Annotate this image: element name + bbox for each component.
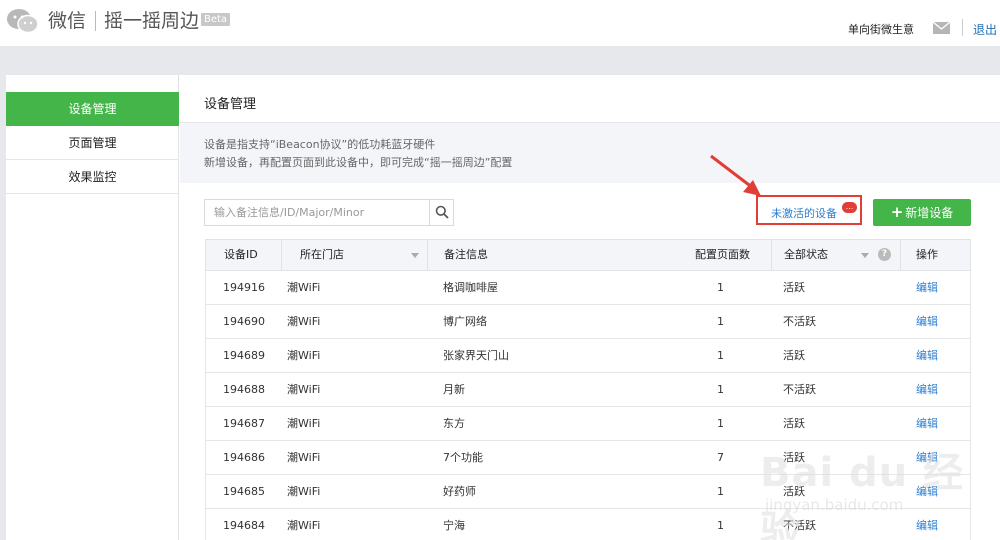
header-device-id: 设备ID xyxy=(224,248,258,261)
cell-page-count: 1 xyxy=(717,349,724,362)
inactive-count-badge: ... xyxy=(842,202,857,213)
description-line-1: 设备是指支持“iBeacon协议”的低功耗蓝牙硬件 xyxy=(204,138,436,151)
description-box: 设备是指支持“iBeacon协议”的低功耗蓝牙硬件 新增设备，再配置页面到此设备… xyxy=(180,123,1000,183)
cell-status: 不活跃 xyxy=(783,383,816,396)
cell-page-count: 1 xyxy=(717,417,724,430)
header-note: 备注信息 xyxy=(444,248,488,261)
search-input[interactable] xyxy=(205,200,429,225)
column-divider xyxy=(900,240,901,270)
cell-page-count: 1 xyxy=(717,315,724,328)
edit-link[interactable]: 编辑 xyxy=(916,271,938,304)
product-name: 摇一摇周边 xyxy=(104,10,200,32)
baidu-watermark: Bai du 经验 jingyan.baidu.com xyxy=(740,430,970,540)
watermark-main: Bai du 经验 xyxy=(760,450,965,540)
edit-link[interactable]: 编辑 xyxy=(916,373,938,406)
cell-note: 宁海 xyxy=(443,519,465,532)
cell-store: 潮WiFi xyxy=(287,519,321,532)
cell-page-count: 1 xyxy=(717,519,724,532)
table-row: 194916 潮WiFi 格调咖啡屋 1 活跃 编辑 xyxy=(205,271,971,305)
cell-note: 格调咖啡屋 xyxy=(443,281,498,294)
cell-store: 潮WiFi xyxy=(287,451,321,464)
edit-link[interactable]: 编辑 xyxy=(916,305,938,338)
table-row: 194688 潮WiFi 月新 1 不活跃 编辑 xyxy=(205,373,971,407)
sidebar-item-page-management[interactable]: 页面管理 xyxy=(6,126,179,160)
cell-device-id: 194687 xyxy=(223,417,265,430)
table-row: 194689 潮WiFi 张家界天门山 1 活跃 编辑 xyxy=(205,339,971,373)
column-divider xyxy=(427,240,428,270)
cell-page-count: 1 xyxy=(717,281,724,294)
page-title: 设备管理 xyxy=(204,97,257,112)
cell-store: 潮WiFi xyxy=(287,417,321,430)
column-divider xyxy=(771,240,772,270)
beta-badge: Beta xyxy=(201,13,231,26)
status-filter-caret-icon[interactable] xyxy=(861,253,869,258)
cell-device-id: 194685 xyxy=(223,485,265,498)
cell-store: 潮WiFi xyxy=(287,281,321,294)
annotation-arrow-icon xyxy=(710,154,761,196)
cell-note: 博广网络 xyxy=(443,315,487,328)
header-status-filter[interactable]: 全部状态 xyxy=(784,240,828,270)
table-row: 194690 潮WiFi 博广网络 1 不活跃 编辑 xyxy=(205,305,971,339)
cell-note: 月新 xyxy=(443,383,465,396)
top-header: 微信 摇一摇周边 Beta 单向街微生意 退出 xyxy=(0,0,1000,46)
cell-note: 东方 xyxy=(443,417,465,430)
store-filter-caret-icon[interactable] xyxy=(411,253,419,258)
cell-device-id: 194688 xyxy=(223,383,265,396)
description-line-2: 新增设备，再配置页面到此设备中，即可完成“摇一摇周边”配置 xyxy=(204,156,513,169)
brand-name: 微信 xyxy=(48,10,87,32)
search-icon xyxy=(435,205,449,219)
cell-note: 好药师 xyxy=(443,485,476,498)
cell-device-id: 194689 xyxy=(223,349,265,362)
sidebar-item-device-management[interactable]: 设备管理 xyxy=(6,92,179,126)
column-divider xyxy=(281,240,282,270)
cell-store: 潮WiFi xyxy=(287,349,321,362)
brand-divider xyxy=(95,11,96,31)
search-button[interactable] xyxy=(429,200,453,225)
account-name[interactable]: 单向街微生意 xyxy=(848,21,914,37)
header-store[interactable]: 所在门店 xyxy=(300,240,344,270)
cell-device-id: 194686 xyxy=(223,451,265,464)
cell-page-count: 7 xyxy=(717,451,724,464)
mail-icon[interactable] xyxy=(933,22,950,34)
header-action: 操作 xyxy=(916,248,938,261)
wechat-logo-icon xyxy=(7,9,39,34)
watermark-sub: jingyan.baidu.com xyxy=(765,496,904,514)
plus-icon: + xyxy=(890,203,904,221)
logout-link[interactable]: 退出 xyxy=(973,21,997,38)
sidebar: 设备管理 页面管理 效果监控 xyxy=(6,75,179,540)
cell-page-count: 1 xyxy=(717,485,724,498)
inactive-devices-link[interactable]: 未激活的设备 xyxy=(771,205,837,221)
cell-store: 潮WiFi xyxy=(287,315,321,328)
sidebar-item-effect-monitoring[interactable]: 效果监控 xyxy=(6,160,179,194)
cell-note: 张家界天门山 xyxy=(443,349,509,362)
header-page-count: 配置页面数 xyxy=(695,248,750,261)
add-device-button[interactable]: + 新增设备 xyxy=(873,199,971,226)
cell-status: 不活跃 xyxy=(783,315,816,328)
cell-device-id: 194684 xyxy=(223,519,265,532)
cell-page-count: 1 xyxy=(717,383,724,396)
help-icon[interactable]: ? xyxy=(878,248,891,261)
cell-device-id: 194916 xyxy=(223,281,265,294)
search-box xyxy=(204,199,454,226)
cell-note: 7个功能 xyxy=(443,451,483,464)
add-device-label: 新增设备 xyxy=(905,206,954,220)
cell-store: 潮WiFi xyxy=(287,383,321,396)
cell-device-id: 194690 xyxy=(223,315,265,328)
cell-status: 活跃 xyxy=(783,281,805,294)
edit-link[interactable]: 编辑 xyxy=(916,339,938,372)
table-header: 设备ID 所在门店 备注信息 配置页面数 全部状态 ? 操作 xyxy=(205,239,971,271)
cell-status: 活跃 xyxy=(783,349,805,362)
header-divider xyxy=(962,19,963,36)
cell-store: 潮WiFi xyxy=(287,485,321,498)
